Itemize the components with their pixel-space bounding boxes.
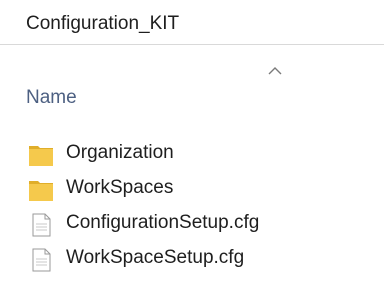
item-name: WorkSpaces [66,177,174,198]
breadcrumb-path[interactable]: Configuration_KIT [26,13,179,35]
list-item-workspacesetup[interactable]: WorkSpaceSetup.cfg [0,243,384,278]
item-name: WorkSpaceSetup.cfg [66,247,245,268]
list-item-workspaces[interactable]: WorkSpaces [0,173,384,208]
list-item-organization[interactable]: Organization [0,138,384,173]
file-icon [32,248,51,272]
column-header: Name [0,62,384,122]
file-list: Organization WorkSpaces ConfigurationSet… [0,138,384,278]
item-name: Organization [66,142,174,163]
file-icon [32,213,51,237]
list-item-configurationsetup[interactable]: ConfigurationSetup.cfg [0,208,384,243]
item-name: ConfigurationSetup.cfg [66,212,260,233]
folder-icon [29,146,53,166]
breadcrumb: Configuration_KIT [0,0,384,45]
sort-ascending-icon [268,67,282,75]
name-column-header[interactable]: Name [26,87,77,109]
folder-icon [29,181,53,201]
